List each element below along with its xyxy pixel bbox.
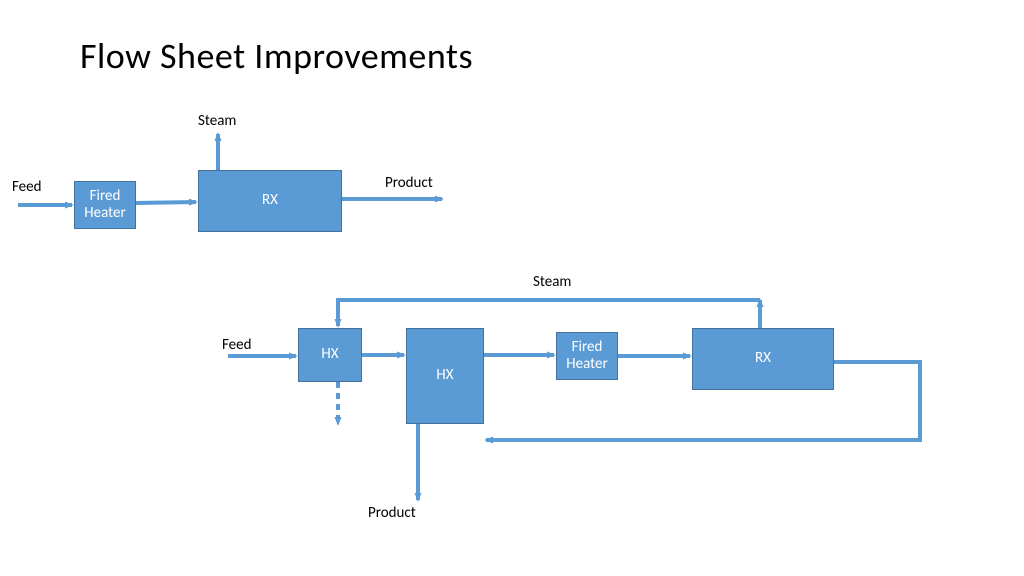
box-fired-heater-bottom: Fired Heater (556, 332, 618, 380)
box-hx1: HX (298, 328, 362, 382)
label-steam-top: Steam (198, 112, 236, 130)
slide: { "title": "Flow Sheet Improvements", "t… (0, 0, 1024, 576)
box-rx-top: RX (198, 170, 342, 232)
arrows-layer (0, 0, 1024, 576)
box-hx2: HX (406, 328, 484, 424)
label-feed-top: Feed (12, 178, 41, 196)
label-product-bottom: Product (368, 504, 416, 522)
arrow-steam-to-hx1 (338, 300, 760, 326)
box-rx-bottom: RX (692, 328, 834, 390)
arrow-heater-to-rx-top (136, 202, 196, 203)
label-steam-bottom: Steam (533, 273, 571, 291)
box-fired-heater-top: Fired Heater (74, 181, 136, 229)
label-feed-bottom: Feed (222, 336, 251, 354)
page-title: Flow Sheet Improvements (80, 34, 473, 78)
label-product-top: Product (385, 174, 433, 192)
